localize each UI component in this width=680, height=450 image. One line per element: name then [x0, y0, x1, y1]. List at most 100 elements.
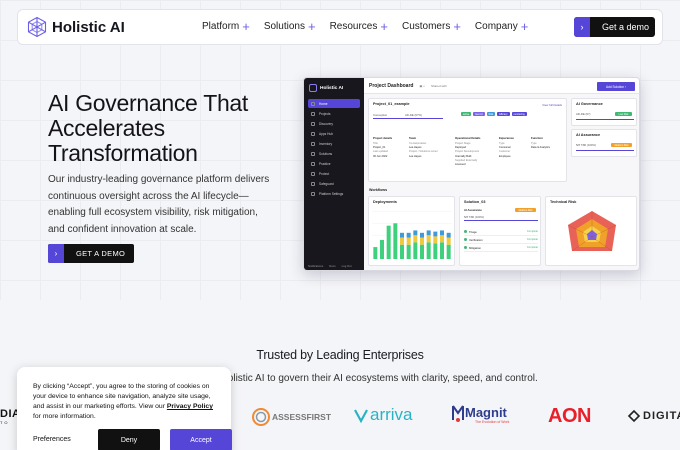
project-detail-text: Last updated — [373, 150, 388, 154]
deployment-bar — [406, 244, 411, 259]
sidebar-footer-item: Notifications — [308, 264, 324, 268]
nav-company[interactable]: Company + — [474, 20, 528, 33]
sidebar-item-label: Solutions — [319, 151, 333, 156]
solution-badge-label: Medium Risk — [518, 208, 533, 212]
cookie-deny-button[interactable]: Deny — [98, 429, 160, 450]
solution-value: 5/8 7/80 (100%) — [464, 215, 484, 219]
deployment-bar — [426, 235, 431, 243]
deployment-bar — [406, 232, 411, 238]
privacy-policy-link[interactable]: Privacy Policy — [167, 403, 213, 410]
nav-customers[interactable]: Customers + — [401, 18, 461, 34]
project-detail-text: Data & Analytics — [531, 146, 550, 150]
solution-row: Triage Complete — [464, 228, 538, 236]
brand-aon-logo: AON — [548, 405, 591, 428]
brand-digita-logo: DIGITA — [627, 409, 680, 423]
sidebar-item-label: Inventory — [319, 141, 333, 146]
top-nav: Holistic AI Platform + Solutions + Resourc… — [17, 9, 663, 45]
dashboard-title: Project Dashboard — [369, 82, 414, 89]
project-detail-text: Project Development — [455, 150, 480, 154]
deployment-bar — [400, 232, 404, 238]
view-details-link: View full Details — [542, 103, 562, 107]
sidebar-item-icon — [311, 121, 315, 126]
dashboard-main: Project Dashboard ▣ ⌂ Shared with Add So… — [364, 78, 639, 270]
cookie-text-after: for more information. — [33, 413, 96, 420]
nav-customers-label: Customers — [401, 21, 451, 32]
solution-row-status: Complete — [526, 238, 538, 241]
brand-magnit-name: Magnit — [465, 404, 507, 420]
check-icon — [464, 246, 467, 249]
nav-solutions[interactable]: Solutions + — [264, 18, 316, 34]
get-demo-button[interactable]: › Get a demo — [574, 17, 655, 37]
solution-row-status: Complete — [526, 246, 538, 249]
assur-badge-label: Medium Risk — [614, 143, 629, 147]
project-detail-text: Licensed — [455, 163, 466, 167]
assur-value: 5/8 7/80 (100%) — [576, 143, 596, 147]
brand-digita-name: DIGITA — [643, 410, 680, 422]
deployment-bar — [413, 230, 418, 236]
hero-get-demo-button[interactable]: › GET A DEMO — [48, 244, 134, 263]
project-tag: active — [461, 112, 472, 116]
technical-risk-card: Technical Risk — [545, 196, 637, 266]
brand-logo[interactable]: Holistic AI — [26, 16, 125, 38]
sidebar-footer: Notifications Docs Log Out — [308, 264, 358, 268]
sidebar-item-icon — [311, 191, 315, 196]
team-title: Team — [409, 136, 417, 140]
digita-icon — [627, 409, 641, 423]
cookie-text: By clicking “Accept”, you agree to the s… — [33, 382, 221, 422]
nav-platform[interactable]: Platform + — [202, 18, 250, 34]
gov-badge-label: Low Risk — [618, 112, 629, 116]
deployments-card: Deployments — [368, 196, 455, 266]
ai-assurance-card: AI Assurance 5/8 7/80 (100%) Medium Risk — [571, 129, 637, 157]
cookie-preferences-button[interactable]: Preferences — [33, 436, 71, 443]
solution-bar — [464, 220, 538, 221]
deployment-bar — [446, 237, 451, 245]
check-icon — [464, 238, 467, 241]
plus-icon: + — [453, 18, 461, 34]
sidebar-item: Protect — [308, 169, 360, 178]
sidebar-item: Safeguard — [308, 179, 360, 188]
project-detail-text: Lee Hayes — [409, 154, 422, 158]
deployment-bar — [393, 223, 398, 259]
sidebar-item: Discovery — [308, 119, 360, 128]
sidebar-item-icon — [311, 141, 315, 146]
nav-company-label: Company — [474, 21, 518, 32]
deployment-bar — [440, 242, 444, 259]
holistic-ai-logo-icon — [27, 16, 47, 38]
plus-icon: + — [307, 18, 316, 34]
deployments-title: Deployments — [373, 200, 397, 204]
deployment-bar — [373, 247, 378, 259]
project-card: Project_01_example View full Details Con… — [368, 98, 567, 182]
nav-resources[interactable]: Resources + — [329, 20, 388, 33]
nav-resources-label: Resources — [329, 21, 378, 32]
project-tag: monitoring — [511, 112, 527, 116]
func-title: Function — [531, 136, 543, 140]
sidebar-item-label: Discovery — [319, 121, 333, 126]
add-solution-button: Add Solution › — [597, 82, 635, 91]
cookie-accept-button[interactable]: Accept — [170, 429, 232, 450]
brand-assessfirst-name: ASSESSFIRST — [272, 412, 332, 422]
sidebar-item-label: Safeguard — [319, 181, 334, 186]
project-detail-text: Employee — [499, 154, 511, 158]
chevron-right-icon: › — [574, 17, 590, 37]
assur-bar — [576, 150, 634, 151]
details-title: Project details — [373, 136, 393, 140]
sidebar-footer-item: Docs — [329, 264, 336, 268]
deployment-bar — [446, 232, 451, 238]
deployment-bar — [406, 237, 411, 245]
risk-title: Technical Risk — [550, 200, 577, 204]
deployment-bar — [386, 225, 391, 259]
medium-risk-badge: Medium Risk — [515, 208, 536, 212]
stage-b: AD-DE (67%) — [405, 113, 422, 117]
exp-title: Experience — [499, 136, 514, 140]
sidebar-item-label: Practice — [319, 161, 331, 166]
dashboard-header: Project Dashboard ▣ ⌂ Shared with Add So… — [364, 78, 639, 94]
hero-description: Our industry-leading governance platform… — [48, 174, 270, 235]
sidebar-item: Inventory — [308, 139, 360, 148]
deployment-bar — [420, 237, 424, 245]
sidebar-item-label: Home — [319, 101, 328, 106]
project-detail-text: 30 Jun 2022 — [373, 154, 388, 158]
brand-aon-name: AON — [548, 405, 591, 427]
plus-icon: + — [242, 18, 250, 34]
progress-line — [373, 118, 443, 119]
solution-title: Solution_03 — [464, 200, 486, 204]
